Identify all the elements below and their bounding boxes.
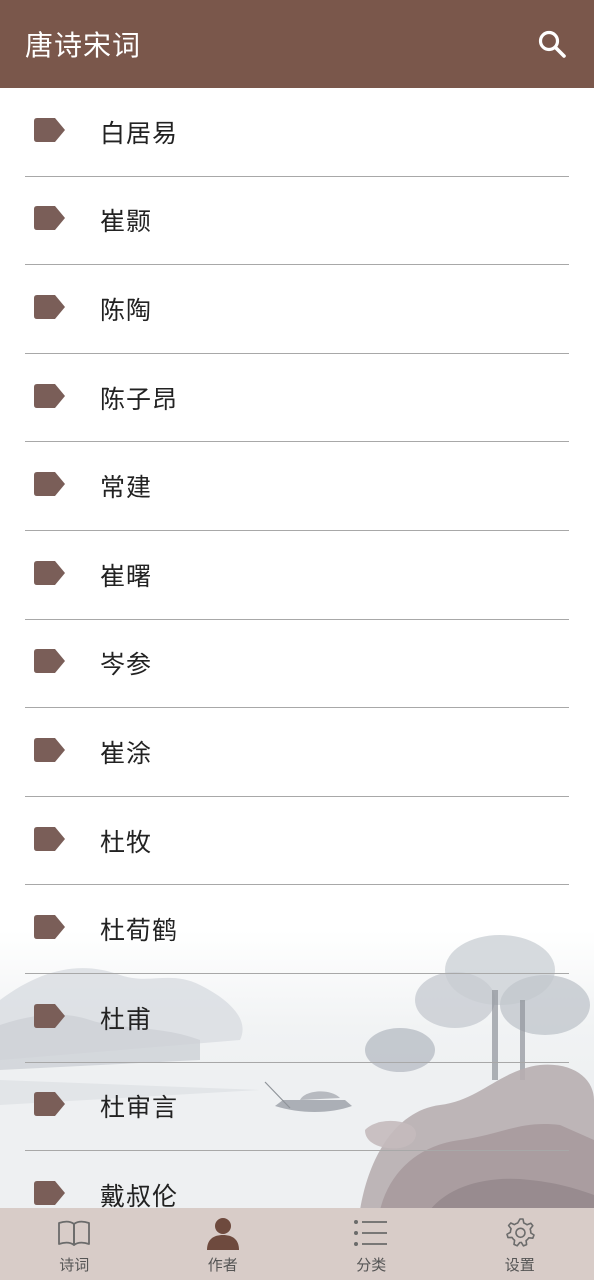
author-list-item[interactable]: 崔涂 (25, 708, 569, 797)
author-name: 杜甫 (100, 1004, 153, 1034)
author-name: 戴叔伦 (100, 1181, 179, 1208)
author-list-item[interactable]: 岑参 (25, 620, 569, 709)
search-button[interactable] (532, 24, 572, 64)
author-name: 陈陶 (100, 295, 153, 325)
author-name: 常建 (100, 473, 153, 503)
list-icon (353, 1216, 389, 1250)
author-list-item[interactable]: 杜审言 (25, 1063, 569, 1152)
author-list-item[interactable]: 崔曙 (25, 531, 569, 620)
author-list-item[interactable]: 常建 (25, 442, 569, 531)
tab-settings[interactable]: 设置 (446, 1208, 594, 1280)
author-list-item[interactable]: 杜牧 (25, 797, 569, 886)
tab-poems-label: 诗词 (59, 1256, 90, 1274)
author-name: 白居易 (100, 118, 179, 148)
tab-categories[interactable]: 分类 (297, 1208, 446, 1280)
author-list: 白居易崔颢陈陶陈子昂常建崔曙岑参崔涂杜牧杜荀鹤杜甫杜审言戴叔伦 (0, 88, 594, 1208)
tag-icon (34, 206, 65, 231)
tag-icon (34, 383, 65, 408)
search-icon (538, 30, 566, 58)
author-name: 崔颢 (100, 207, 153, 237)
tag-icon (34, 915, 65, 940)
person-icon (205, 1216, 241, 1250)
author-name: 陈子昂 (100, 384, 179, 414)
tab-authors[interactable]: 作者 (149, 1208, 298, 1280)
tab-authors-label: 作者 (207, 1256, 238, 1274)
tag-icon (34, 737, 65, 762)
tag-icon (34, 826, 65, 851)
tag-icon (34, 117, 65, 142)
author-list-item[interactable]: 杜荀鹤 (25, 885, 569, 974)
tag-icon (34, 1003, 65, 1028)
tag-icon (34, 1092, 65, 1117)
author-list-item[interactable]: 陈子昂 (25, 354, 569, 443)
app-title: 唐诗宋词 (25, 29, 142, 62)
author-list-item[interactable]: 陈陶 (25, 265, 569, 354)
bottom-nav: 诗词 作者 分类 设置 (0, 1208, 594, 1280)
tag-icon (34, 560, 65, 585)
author-list-item[interactable]: 崔颢 (25, 177, 569, 266)
author-name: 杜荀鹤 (100, 916, 179, 946)
author-name: 杜审言 (100, 1093, 179, 1123)
author-list-item[interactable]: 杜甫 (25, 974, 569, 1063)
tab-settings-label: 设置 (504, 1256, 535, 1274)
tag-icon (34, 472, 65, 497)
book-icon (56, 1216, 92, 1250)
app-bar: 唐诗宋词 (0, 0, 594, 88)
author-list-item[interactable]: 白居易 (25, 88, 569, 177)
tab-poems[interactable]: 诗词 (0, 1208, 149, 1280)
author-name: 崔曙 (100, 561, 153, 591)
tab-categories-label: 分类 (356, 1256, 387, 1274)
author-name: 杜牧 (100, 827, 153, 857)
author-list-item[interactable]: 戴叔伦 (25, 1151, 569, 1208)
author-name: 崔涂 (100, 738, 153, 768)
tag-icon (34, 294, 65, 319)
tag-icon (34, 649, 65, 674)
author-name: 岑参 (100, 650, 153, 680)
gear-icon (502, 1216, 538, 1250)
app-root: 唐诗宋词 白居易 崔颢 陈陶 陈子昂 常建 崔曙 岑参 崔涂 杜牧 杜荀鹤 杜甫… (0, 0, 594, 1280)
tag-icon (34, 1180, 65, 1205)
